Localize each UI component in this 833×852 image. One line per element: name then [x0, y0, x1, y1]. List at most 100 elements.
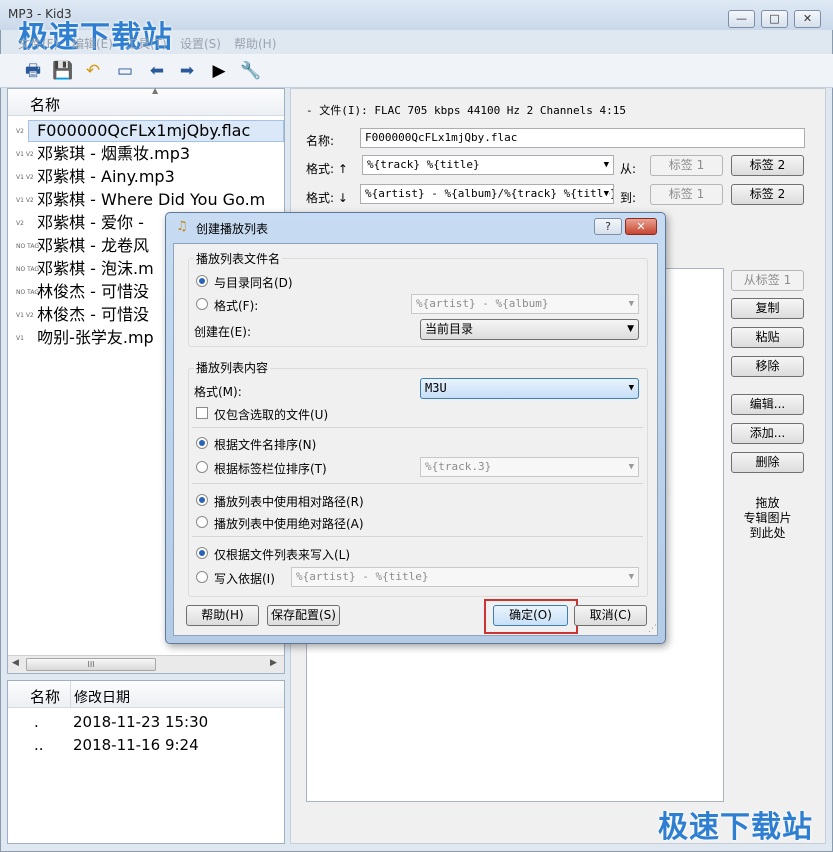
file-name: 林俊杰 - 可惜没 [37, 282, 150, 301]
watermark-bottom: 极速下载站 [658, 810, 813, 845]
scroll-left-icon[interactable]: ◀ [12, 658, 19, 668]
to-tag1-button[interactable]: 标签 1 [650, 184, 723, 205]
next-icon[interactable]: ➡ [174, 58, 200, 84]
format-up-value: %{track} %{title} [367, 158, 480, 171]
dialog-close-button[interactable]: ✕ [625, 218, 657, 235]
help-button[interactable]: 帮助(H) [186, 605, 259, 626]
absolute-path-radio[interactable] [196, 516, 208, 528]
sort-arrow-icon: ▲ [152, 86, 159, 95]
copy-button[interactable]: 复制 [731, 298, 804, 319]
dropdown-arrow-icon: ▼ [628, 383, 634, 393]
directory-row[interactable]: .. 2018-11-16 9:24 [8, 736, 284, 759]
write-list-only-label: 仅根据文件列表来写入(L) [214, 548, 351, 562]
paste-button[interactable]: 粘贴 [731, 327, 804, 348]
create-in-label: 创建在(E): [194, 325, 251, 339]
resize-grip-icon[interactable]: ⋰ [648, 624, 657, 634]
content-group-title: 播放列表内容 [194, 359, 271, 376]
play-icon[interactable]: ▶ [206, 58, 232, 84]
menu-settings[interactable]: 设置(S) [180, 35, 221, 52]
edit-button[interactable]: 编辑... [731, 394, 804, 415]
format-down-combo[interactable]: %{artist} - %{album}/%{track} %{title} ▼ [360, 184, 614, 204]
drop-hint-line: 专辑图片 [743, 511, 792, 525]
dir-column-date[interactable]: 修改日期 [74, 687, 130, 707]
write-list-only-radio[interactable] [196, 547, 208, 559]
directory-header: 名称 修改日期 [8, 681, 284, 708]
file-item[interactable]: V1 V2 邓紫棋 - Where Did You Go.m [16, 188, 292, 211]
file-item[interactable]: V1 V2 邓紫琪 - 烟熏妆.mp3 [16, 142, 292, 165]
dir-date: 2018-11-23 15:30 [73, 713, 209, 731]
name-label: 名称: [306, 134, 335, 148]
revert-icon[interactable]: ↶ [80, 58, 106, 84]
tools-icon[interactable]: 🔧 [238, 58, 264, 84]
separator [192, 427, 643, 428]
relative-path-label: 播放列表中使用相对路径(R) [214, 495, 364, 509]
tag-badge: NO TAG [16, 289, 39, 296]
save-settings-button[interactable]: 保存配置(S) [267, 605, 340, 626]
add-button[interactable]: 添加... [731, 423, 804, 444]
content-format-combo[interactable]: M3U ▼ [420, 378, 639, 399]
dropdown-arrow-icon: ▼ [628, 572, 634, 582]
menu-help[interactable]: 帮助(H) [234, 35, 276, 52]
tag-badge: V1 [16, 335, 24, 342]
file-item[interactable]: V1 V2 邓紫棋 - Ainy.mp3 [16, 165, 292, 188]
menu-file[interactable]: 文件(F) [18, 35, 58, 52]
scroll-thumb[interactable]: III [26, 658, 156, 671]
album-art-drop-zone[interactable]: 拖放 专辑图片 到此处 [731, 496, 804, 541]
remove-button[interactable]: 移除 [731, 356, 804, 377]
delete-button[interactable]: 删除 [731, 452, 804, 473]
content-format-value: M3U [425, 381, 447, 395]
to-tag2-button[interactable]: 标签 2 [731, 184, 804, 205]
file-item[interactable]: V2 F000000QcFLx1mjQby.flac [16, 119, 292, 142]
create-in-combo[interactable]: 当前目录 ▼ [420, 319, 639, 340]
content-format-label: 格式(M): [194, 385, 242, 399]
from-tag2-button[interactable]: 标签 2 [731, 155, 804, 176]
sort-tag-label: 根据标签栏位排序(T) [214, 462, 327, 476]
file-name: 林俊杰 - 可惜没 [37, 305, 150, 324]
filename-format-combo[interactable]: %{artist} - %{album} ▼ [411, 294, 639, 314]
dropdown-arrow-icon: ▼ [628, 462, 634, 472]
dialog-title: 创建播放列表 [196, 222, 269, 236]
open-folder-icon[interactable]: 🖶 [20, 58, 46, 84]
file-list-header[interactable]: 名称 ▲ [8, 86, 284, 116]
absolute-path-label: 播放列表中使用绝对路径(A) [214, 517, 364, 531]
file-info-text: - 文件(I): FLAC 705 kbps 44100 Hz 2 Channe… [306, 104, 627, 117]
directory-row[interactable]: . 2018-11-23 15:30 [8, 713, 284, 736]
write-by-combo[interactable]: %{artist} - %{title} ▼ [291, 567, 639, 587]
ok-button[interactable]: 确定(O) [493, 605, 568, 626]
from-tag1-frames-button[interactable]: 从标签 1 [731, 270, 804, 291]
same-as-dir-radio[interactable] [196, 275, 208, 287]
save-icon[interactable]: 💾 [50, 58, 76, 84]
previous-icon[interactable]: ⬅ [144, 58, 170, 84]
sort-tag-value: %{track.3} [425, 460, 492, 473]
tag-badge: V2 [16, 220, 24, 227]
relative-path-radio[interactable] [196, 494, 208, 506]
dir-column-name[interactable]: 名称 [30, 686, 60, 707]
cancel-button[interactable]: 取消(C) [574, 605, 647, 626]
create-in-value: 当前目录 [425, 322, 474, 336]
format-up-combo[interactable]: %{track} %{title} ▼ [362, 155, 614, 175]
only-selected-checkbox[interactable] [196, 407, 208, 419]
file-name: 邓紫棋 - Where Did You Go.m [37, 190, 266, 209]
menu-tools[interactable]: 工具(T) [126, 35, 167, 52]
maximize-button[interactable]: □ [761, 10, 788, 28]
filename-input[interactable]: F000000QcFLx1mjQby.flac [360, 128, 805, 148]
from-tag1-button[interactable]: 标签 1 [650, 155, 723, 176]
dialog-help-button[interactable]: ? [594, 218, 622, 235]
format-radio[interactable] [196, 298, 208, 310]
format-down-value: %{artist} - %{album}/%{track} %{title} [365, 187, 614, 200]
write-by-radio[interactable] [196, 571, 208, 583]
horizontal-scrollbar[interactable]: ◀ III ▶ [8, 655, 284, 673]
list-icon[interactable]: ▭ [112, 58, 138, 84]
menu-edit[interactable]: 编辑(E) [72, 35, 113, 52]
minimize-button[interactable]: — [728, 10, 755, 28]
sort-filename-radio[interactable] [196, 437, 208, 449]
sort-tag-radio[interactable] [196, 461, 208, 473]
to-label: 到: [620, 191, 637, 205]
playlist-icon: ♫ [176, 219, 188, 234]
scroll-right-icon[interactable]: ▶ [270, 658, 277, 668]
same-as-dir-label: 与目录同名(D) [214, 276, 293, 290]
directory-list-pane: 名称 修改日期 . 2018-11-23 15:30 .. 2018-11-16… [7, 680, 285, 844]
close-window-button[interactable]: ✕ [794, 10, 821, 28]
column-name-header: 名称 [30, 96, 61, 114]
sort-tag-combo[interactable]: %{track.3} ▼ [420, 457, 639, 477]
